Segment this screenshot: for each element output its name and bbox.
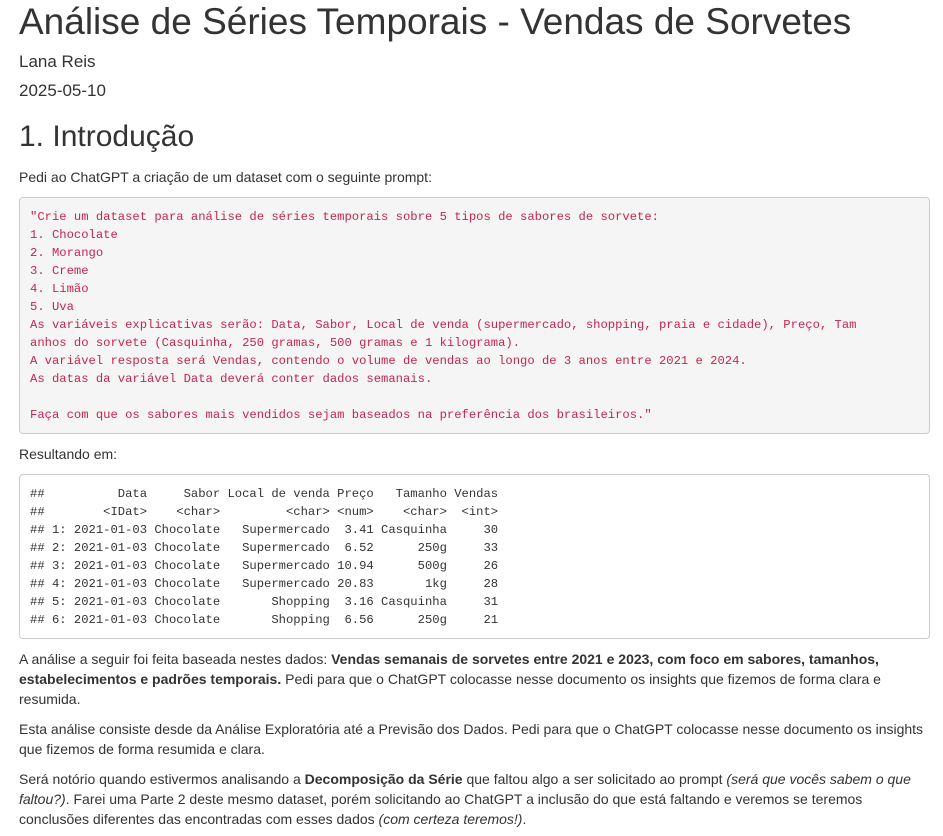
code-line: 4. Limão [30,282,89,296]
output-line: ## 2: 2021-01-03 Chocolate Supermercado … [30,541,499,555]
code-line: 1. Chocolate [30,228,118,242]
output-line: ## 3: 2021-01-03 Chocolate Supermercado … [30,559,499,573]
author: Lana Reis [19,52,96,71]
bold-text: Decomposição da Série [304,771,463,787]
code-line: A variável resposta será Vendas, contend… [30,354,747,368]
document: Análise de Séries Temporais - Vendas de … [0,1,943,829]
intro-paragraph: Pedi ao ChatGPT a criação de um dataset … [19,169,432,185]
code-line: anhos do sorvete (Casquinha, 250 gramas,… [30,336,521,350]
output-line: ## 1: 2021-01-03 Chocolate Supermercado … [30,523,499,537]
decomposition-paragraph: Será notório quando estivermos analisand… [19,769,930,829]
text: Será notório quando estivermos analisand… [19,771,305,787]
output-code-block: ## Data Sabor Local de venda Preço Taman… [19,474,930,639]
code-line: As variáveis explicativas serão: Data, S… [30,318,857,332]
text: . [522,811,527,827]
output-line: ## Data Sabor Local de venda Preço Taman… [30,487,499,501]
result-label: Resultando em: [19,446,118,462]
code-line: 2. Morango [30,246,104,260]
italic-text: (com certeza teremos!) [378,811,523,827]
page-title: Análise de Séries Temporais - Vendas de … [19,1,852,42]
date: 2025-05-10 [19,81,106,100]
output-line: ## 5: 2021-01-03 Chocolate Shopping 3.16… [30,595,499,609]
scope-paragraph: Esta análise consiste desde da Análise E… [19,721,924,757]
prompt-code-block: "Crie um dataset para análise de séries … [19,197,930,434]
code-line: Faça com que os sabores mais vendidos se… [30,408,652,422]
text: A análise a seguir foi feita baseada nes… [19,651,332,667]
code-line: "Crie um dataset para análise de séries … [30,210,659,224]
output-line: ## <IDat> <char> <char> <num> <char> <in… [30,505,499,519]
analysis-paragraph: A análise a seguir foi feita baseada nes… [19,649,930,709]
output-line: ## 6: 2021-01-03 Chocolate Shopping 6.56… [30,613,499,627]
code-line: 5. Uva [30,300,74,314]
text: que faltou algo a ser solicitado ao prom… [462,771,727,787]
section-heading-introducao: 1. Introdução [19,120,195,153]
output-line: ## 4: 2021-01-03 Chocolate Supermercado … [30,577,499,591]
code-line: 3. Creme [30,264,89,278]
code-line: As datas da variável Data deverá conter … [30,372,433,386]
